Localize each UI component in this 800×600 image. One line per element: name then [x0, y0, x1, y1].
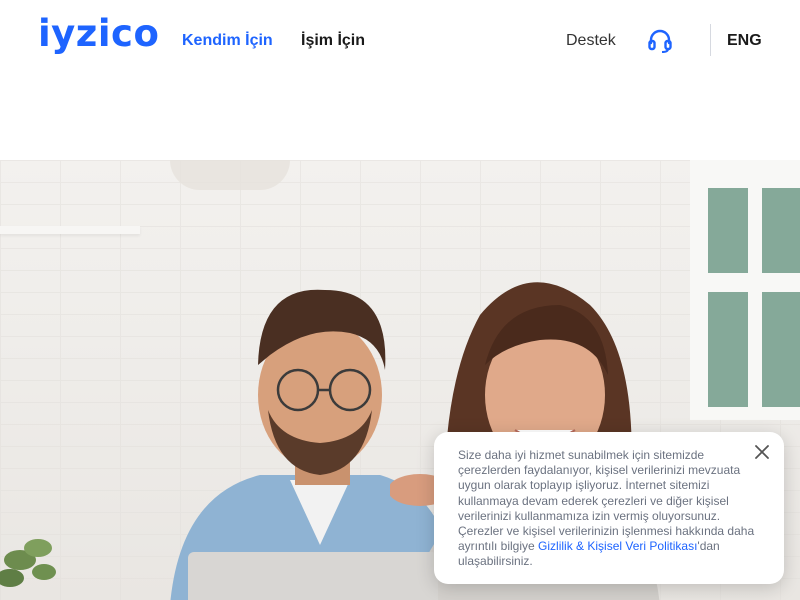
nav-personal[interactable]: Kendim İçin	[182, 32, 273, 50]
nav-business[interactable]: İşim İçin	[301, 32, 365, 50]
header-divider	[710, 24, 711, 56]
close-icon[interactable]	[750, 440, 774, 464]
support-link[interactable]: Destek	[566, 32, 616, 50]
cookie-banner: Size daha iyi hizmet sunabilmek için sit…	[434, 432, 784, 584]
cookie-message: Size daha iyi hizmet sunabilmek için sit…	[458, 448, 755, 554]
iyzico-logo[interactable]: iyzico	[38, 12, 159, 55]
laptop	[188, 552, 438, 600]
site-header: iyzico Kendim İçin İşim İçin Destek ENG	[0, 0, 800, 90]
kitchen-shelf	[0, 226, 140, 234]
ceiling-lamp	[170, 160, 290, 190]
cookie-text: Size daha iyi hizmet sunabilmek için sit…	[458, 448, 758, 570]
headset-icon[interactable]	[647, 28, 673, 54]
plant-image	[0, 539, 56, 587]
privacy-policy-link[interactable]: Gizlilik & Kişisel Veri Politikası	[538, 539, 697, 553]
language-switch[interactable]: ENG	[727, 32, 762, 50]
